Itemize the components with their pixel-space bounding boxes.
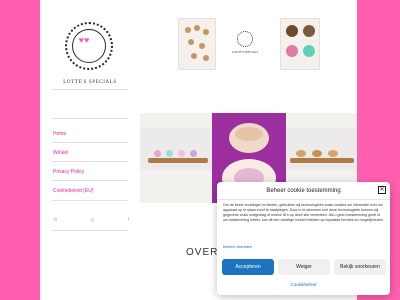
site-logo[interactable]: ♥♥ (65, 22, 113, 70)
social-links: ✉ ◎ f (53, 217, 129, 223)
nav-divider (52, 142, 128, 143)
social-divider (52, 230, 128, 231)
deny-button[interactable]: Weiger (278, 259, 330, 275)
page-background-left (0, 0, 40, 300)
dialog-divider (217, 199, 390, 200)
close-icon[interactable]: ✕ (378, 186, 386, 194)
section-heading: OVER (186, 247, 219, 258)
cookies-jar-photo (178, 18, 216, 70)
manage-services-link[interactable]: Beheer diensten (223, 244, 252, 249)
logo-card-text: LOTTE'S SPECIALS (231, 50, 259, 54)
instagram-icon[interactable]: ◎ (90, 217, 94, 223)
logo-divider (52, 89, 128, 90)
site-name: LOTTE'S SPECIALS (63, 80, 117, 85)
cookie-consent-dialog: Beheer cookie toestemming ✕ Om de beste … (217, 182, 390, 295)
cupcakes-photo (280, 18, 320, 70)
nav-item-home[interactable]: Home (53, 131, 66, 137)
logo-card: LOTTE'S SPECIALS (230, 18, 258, 70)
nav-divider (52, 161, 128, 162)
sidebar: ♥♥ LOTTE'S SPECIALS Home Winkel Privacy … (40, 0, 141, 300)
pastries-board-photo (286, 128, 357, 170)
nav-item-cookiebeleid[interactable]: Cookiebeleid (EU) (53, 188, 94, 194)
cookie-policy-link[interactable]: Cookiebeleid (217, 282, 390, 287)
nav-item-winkel[interactable]: Winkel (53, 150, 68, 156)
nav-divider-bottom (52, 200, 128, 201)
logo-mark: ♥♥ (78, 35, 90, 45)
dialog-title: Beheer cookie toestemming (266, 188, 341, 194)
accept-button[interactable]: Accepteren (222, 259, 274, 275)
cupcakes-board-photo (140, 128, 212, 170)
logo-card-mark (237, 31, 253, 47)
nav-item-privacy-policy[interactable]: Privacy Policy (53, 169, 84, 175)
view-preferences-button[interactable]: Bekijk voorkeuren (334, 259, 386, 275)
facebook-icon[interactable]: f (128, 217, 129, 223)
nav-divider (52, 180, 128, 181)
nav-divider-top (52, 118, 128, 119)
dialog-body-text: Om de beste ervaringen te bieden, gebrui… (223, 203, 384, 222)
mail-icon[interactable]: ✉ (53, 217, 57, 223)
